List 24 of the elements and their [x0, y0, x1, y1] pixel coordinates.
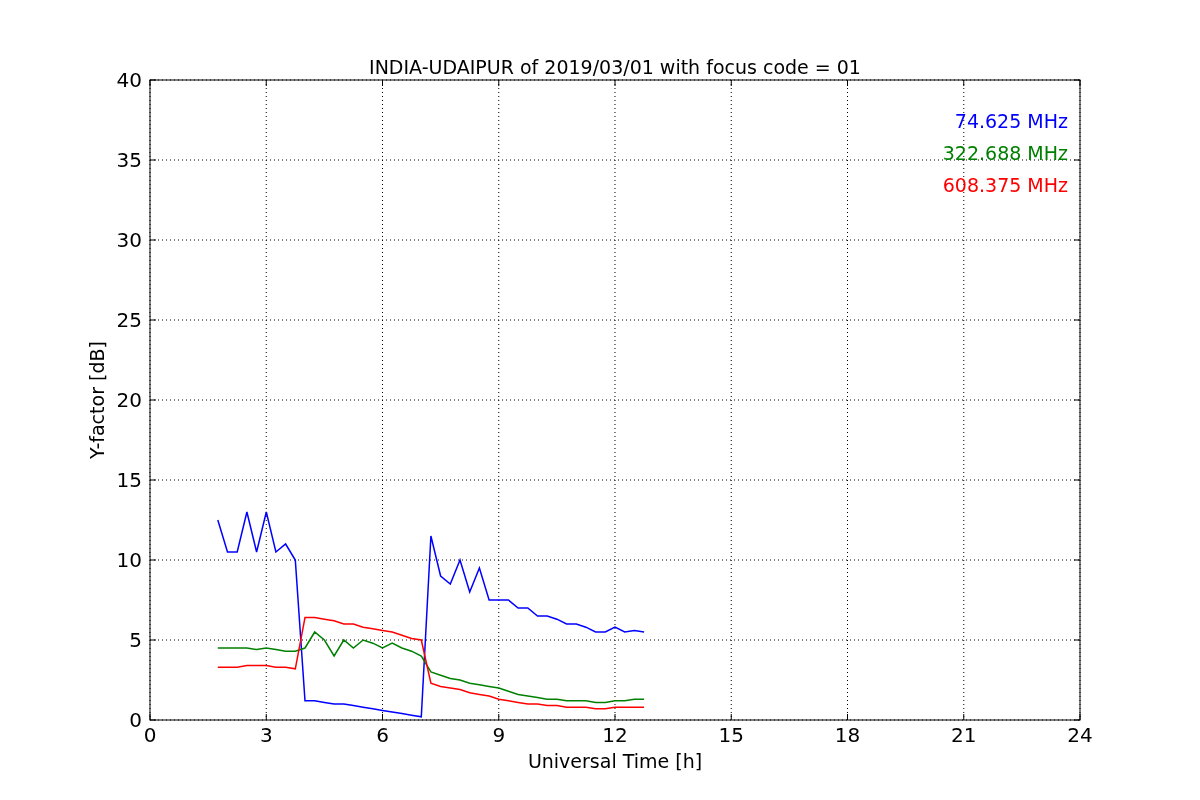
y-tick-label: 15: [116, 468, 142, 492]
x-tick-label: 24: [1067, 723, 1093, 747]
x-tick-label: 21: [951, 723, 977, 747]
legend-label: 608.375 MHz: [942, 174, 1068, 196]
legend-label: 74.625 MHz: [954, 110, 1068, 132]
y-tick-label: 0: [129, 708, 142, 732]
legend-label: 322.688 MHz: [942, 142, 1068, 164]
x-axis-label: Universal Time [h]: [527, 750, 703, 772]
y-tick-label: 10: [116, 548, 142, 572]
x-tick-label: 3: [259, 723, 273, 747]
y-tick-label: 35: [116, 148, 142, 172]
y-axis-label: Y-factor [dB]: [86, 341, 108, 459]
x-tick-label: 18: [834, 723, 861, 747]
y-tick-label: 25: [116, 308, 142, 332]
x-tick-label: 15: [718, 723, 744, 747]
y-tick-label: 40: [116, 68, 142, 92]
x-tick-label: 9: [492, 723, 506, 747]
y-tick-label: 20: [116, 388, 142, 412]
x-tick-label: 0: [143, 723, 157, 747]
y-tick-label: 5: [129, 628, 142, 652]
x-tick-label: 6: [376, 723, 389, 747]
y-tick-label: 30: [116, 228, 142, 252]
chart-title: INDIA-UDAIPUR of 2019/03/01 with focus code = 01: [369, 56, 861, 78]
x-tick-label: 12: [602, 723, 628, 747]
